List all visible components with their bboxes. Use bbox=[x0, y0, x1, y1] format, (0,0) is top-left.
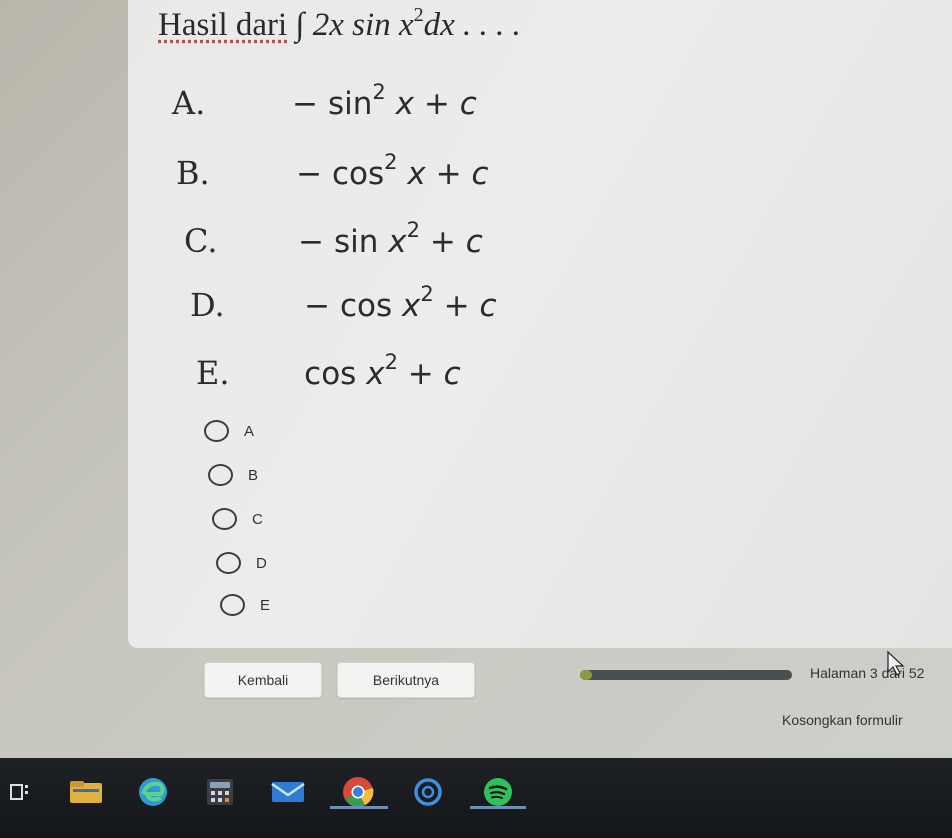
file-explorer-icon[interactable] bbox=[66, 772, 106, 812]
option-expression: − sin2 x + c bbox=[292, 80, 477, 122]
clear-form-link[interactable]: Kosongkan formulir bbox=[782, 712, 903, 728]
radio-button[interactable] bbox=[212, 508, 237, 530]
radio-button[interactable] bbox=[204, 420, 229, 442]
edge-icon[interactable] bbox=[133, 772, 173, 812]
progress-bar bbox=[580, 670, 792, 680]
choice-d[interactable]: D bbox=[216, 552, 267, 574]
choice-label: C bbox=[252, 510, 263, 528]
question-prefix: Hasil dari bbox=[158, 7, 288, 43]
choice-label: A bbox=[244, 422, 255, 440]
mail-icon[interactable] bbox=[268, 772, 308, 812]
option-e: E. cos x2 + c bbox=[196, 350, 461, 392]
next-button[interactable]: Berikutnya bbox=[337, 662, 475, 698]
option-letter: C. bbox=[184, 222, 218, 260]
choice-a[interactable]: A bbox=[204, 420, 254, 442]
back-button[interactable]: Kembali bbox=[204, 662, 322, 698]
question-text: Hasil dari ∫ 2x sin x2dx . . . . bbox=[158, 4, 521, 44]
radio-button[interactable] bbox=[216, 552, 241, 574]
cortana-icon[interactable] bbox=[408, 772, 448, 812]
choice-b[interactable]: B bbox=[208, 464, 258, 486]
choice-label: D bbox=[256, 554, 267, 572]
choice-label: B bbox=[248, 466, 259, 484]
question-tail: dx . . . . bbox=[423, 7, 521, 43]
integral-sign: ∫ bbox=[295, 7, 305, 43]
choice-e[interactable]: E bbox=[220, 594, 270, 616]
question-body: 2x sin x bbox=[312, 7, 414, 43]
option-letter: A. bbox=[172, 84, 206, 122]
option-letter: E. bbox=[196, 354, 230, 392]
calculator-icon[interactable] bbox=[200, 772, 240, 812]
option-expression: − cos2 x + c bbox=[296, 150, 489, 192]
page-indicator: Halaman 3 dari 52 bbox=[810, 665, 925, 681]
question-exponent: 2 bbox=[413, 4, 424, 26]
option-expression: − sin x2 + c bbox=[298, 218, 483, 260]
option-expression: − cos x2 + c bbox=[304, 282, 497, 324]
option-a: A. − sin2 x + c bbox=[172, 80, 477, 122]
mouse-cursor-icon bbox=[887, 650, 905, 676]
chrome-active-indicator bbox=[330, 806, 388, 809]
progress-fill bbox=[580, 670, 593, 680]
option-expression: cos x2 + c bbox=[304, 350, 461, 392]
option-b: B. − cos2 x + c bbox=[176, 150, 489, 192]
option-letter: D. bbox=[190, 286, 225, 324]
spotify-active-indicator bbox=[470, 806, 526, 809]
choice-label: E bbox=[260, 596, 271, 614]
task-view-icon[interactable] bbox=[0, 772, 40, 812]
option-letter: B. bbox=[176, 154, 210, 192]
option-c: C. − sin x2 + c bbox=[184, 218, 483, 260]
choice-c[interactable]: C bbox=[212, 508, 263, 530]
taskbar bbox=[0, 758, 952, 838]
radio-button[interactable] bbox=[220, 594, 245, 616]
option-d: D. − cos x2 + c bbox=[190, 282, 497, 324]
radio-button[interactable] bbox=[208, 464, 233, 486]
